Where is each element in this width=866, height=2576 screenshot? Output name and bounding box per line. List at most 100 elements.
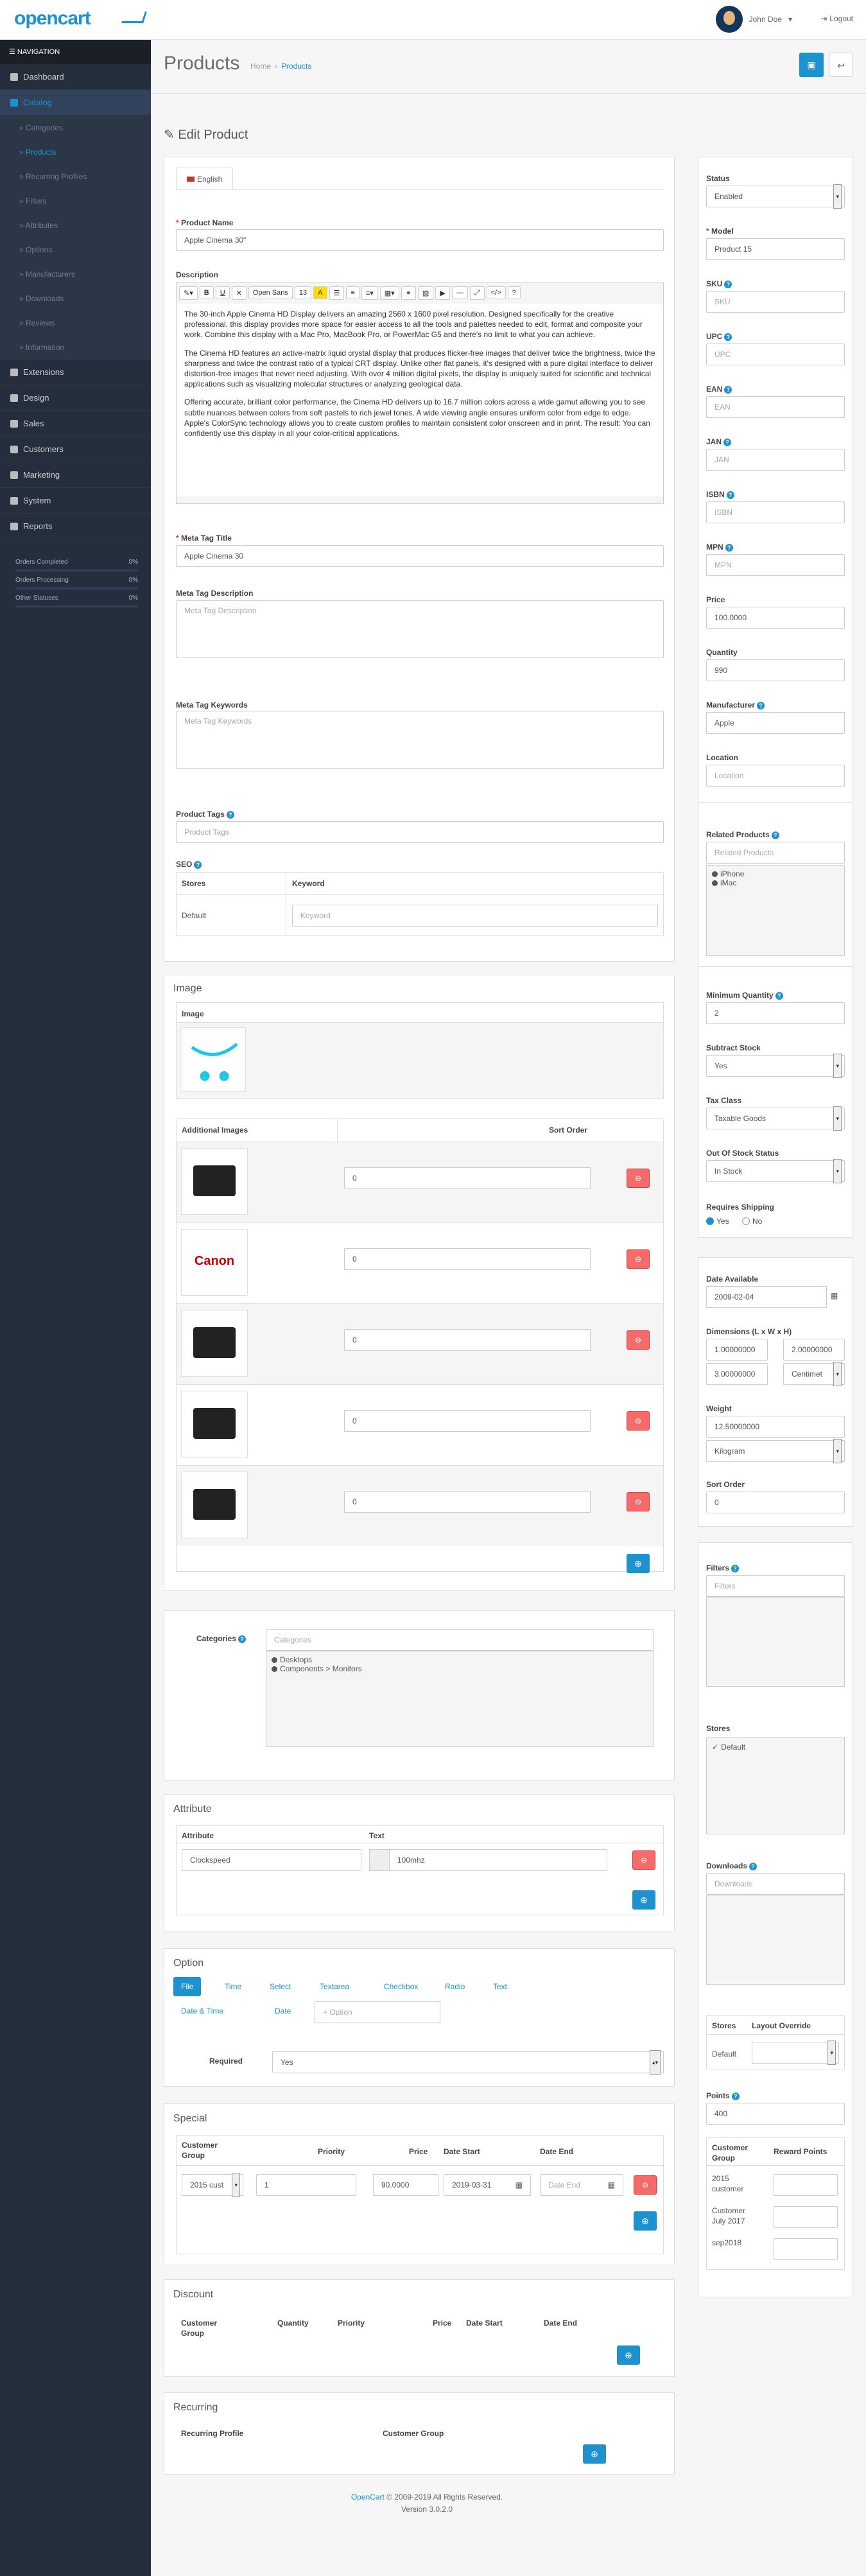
- option-checkbox[interactable]: Checkbox: [376, 1977, 426, 1996]
- breadcrumb-home[interactable]: Home: [250, 62, 271, 71]
- sku-input[interactable]: SKU: [706, 291, 845, 313]
- special-priority-input[interactable]: 1: [256, 2174, 356, 2196]
- length-unit-select[interactable]: Centimet ▾: [783, 1362, 845, 1386]
- reward-points-input[interactable]: [774, 2206, 838, 2228]
- option-file[interactable]: File: [173, 1977, 202, 1996]
- weight-unit-select[interactable]: Kilogram ▾: [706, 1439, 845, 1463]
- upc-input[interactable]: UPC: [706, 344, 845, 365]
- filters-input[interactable]: Filters: [706, 1575, 845, 1597]
- nav-customers[interactable]: Customers: [0, 437, 151, 462]
- nav-sub-recurring[interactable]: » Recurring Profiles: [0, 164, 151, 189]
- length-input[interactable]: 1.00000000: [706, 1339, 768, 1361]
- logout-link[interactable]: ⇥ Logout: [820, 14, 853, 23]
- option-select[interactable]: Select: [262, 1977, 299, 1996]
- nav-sub-reviews[interactable]: » Reviews: [0, 311, 151, 335]
- ean-input[interactable]: EAN: [706, 396, 845, 418]
- nav-sub-attributes[interactable]: » Attributes: [0, 213, 151, 238]
- price-input[interactable]: 100.0000: [706, 607, 845, 629]
- desktop-icon[interactable]: [181, 1391, 248, 1458]
- remove-image-button[interactable]: ⊖: [627, 1492, 650, 1511]
- categories-input[interactable]: Categories: [266, 1629, 654, 1651]
- hr-icon[interactable]: —: [451, 286, 468, 299]
- sort-order-input[interactable]: 0: [344, 1410, 591, 1432]
- font-select[interactable]: Open Sans: [248, 286, 293, 299]
- canon-logo[interactable]: Canon: [181, 1229, 248, 1296]
- main-image-thumb[interactable]: [182, 1027, 246, 1092]
- special-date-end-input[interactable]: Date End ▦: [540, 2174, 623, 2196]
- nav-reports[interactable]: Reports: [0, 514, 151, 539]
- category-item[interactable]: Desktops: [272, 1655, 648, 1664]
- nav-system[interactable]: System: [0, 488, 151, 514]
- option-textarea[interactable]: Textarea: [312, 1977, 357, 1996]
- nav-sub-filters[interactable]: » Filters: [0, 189, 151, 213]
- sort-order-input[interactable]: 0: [344, 1167, 591, 1189]
- add-attribute-button[interactable]: ⊕: [632, 1890, 655, 1910]
- link-icon[interactable]: ⚭: [401, 286, 416, 300]
- remove-image-button[interactable]: ⊖: [627, 1249, 650, 1269]
- nav-catalog[interactable]: Catalog: [0, 90, 151, 116]
- sort-order-input[interactable]: 0: [344, 1491, 591, 1513]
- manufacturer-input[interactable]: Apple: [706, 712, 845, 734]
- related-item[interactable]: iPhone: [712, 869, 839, 878]
- nav-sub-categories[interactable]: » Categories: [0, 116, 151, 140]
- sort-order-input[interactable]: 0: [344, 1248, 591, 1270]
- bold-icon[interactable]: B: [199, 286, 214, 299]
- table-icon[interactable]: ▦▾: [379, 286, 399, 300]
- color-icon[interactable]: A: [313, 286, 327, 299]
- video-icon[interactable]: ▶: [435, 286, 450, 300]
- related-item[interactable]: iMac: [712, 878, 839, 887]
- nav-sub-options[interactable]: » Options: [0, 238, 151, 262]
- tab-english[interactable]: English: [176, 168, 234, 189]
- add-recurring-button[interactable]: ⊕: [583, 2444, 606, 2464]
- nav-sub-products[interactable]: » Products: [0, 140, 151, 164]
- ol-icon[interactable]: ≡: [346, 286, 359, 299]
- nav-sub-information[interactable]: » Information: [0, 335, 151, 360]
- weight-input[interactable]: 12.50000000: [706, 1416, 845, 1438]
- mpn-input[interactable]: MPN: [706, 554, 845, 576]
- code-icon[interactable]: </>: [486, 286, 506, 299]
- special-price-input[interactable]: 90.0000: [373, 2174, 438, 2196]
- layout-select[interactable]: ▾: [752, 2041, 839, 2065]
- remove-special-button[interactable]: ⊖: [634, 2175, 657, 2195]
- nav-dashboard[interactable]: Dashboard: [0, 64, 151, 90]
- isbn-input[interactable]: ISBN: [706, 501, 845, 523]
- back-button[interactable]: ↩: [829, 53, 853, 77]
- add-image-button[interactable]: ⊕: [627, 1554, 650, 1573]
- paragraph-icon[interactable]: ≡▾: [361, 286, 378, 300]
- meta-title-input[interactable]: Apple Cinema 30: [176, 545, 664, 567]
- special-group-select[interactable]: 2015 cust ▾: [182, 2173, 243, 2197]
- underline-icon[interactable]: U: [215, 286, 230, 299]
- nav-marketing[interactable]: Marketing: [0, 462, 151, 488]
- downloads-input[interactable]: Downloads: [706, 1873, 845, 1895]
- special-date-start-input[interactable]: 2019-03-31 ▦: [444, 2174, 531, 2196]
- camera-icon[interactable]: [181, 1472, 248, 1538]
- related-input[interactable]: Related Products: [706, 842, 845, 864]
- calendar-icon[interactable]: ▦: [831, 1291, 838, 1300]
- size-select[interactable]: 13: [294, 286, 312, 299]
- description-content[interactable]: The 30-inch Apple Cinema HD Display deli…: [177, 304, 663, 496]
- store-checkbox[interactable]: ✓ Default: [712, 1743, 839, 1752]
- add-special-button[interactable]: ⊕: [634, 2211, 657, 2231]
- height-input[interactable]: 3.00000000: [706, 1363, 768, 1385]
- ul-icon[interactable]: ☰: [329, 286, 345, 300]
- description-editor[interactable]: ✎▾ B U ✕ Open Sans 13 A ☰ ≡ ≡▾ ▦▾ ⚭ ▨ ▶ — ⤢ </>? The…: [176, 283, 664, 504]
- product-name-input[interactable]: Apple Cinema 30": [176, 229, 664, 251]
- shipping-no[interactable]: No: [742, 1217, 762, 1226]
- fullscreen-icon[interactable]: ⤢: [469, 286, 485, 300]
- date-input[interactable]: 2009-02-04: [706, 1286, 827, 1308]
- meta-desc-input[interactable]: Meta Tag Description: [176, 600, 664, 658]
- remove-image-button[interactable]: ⊖: [627, 1330, 650, 1350]
- option-time[interactable]: Time: [217, 1977, 249, 1996]
- eraser-icon[interactable]: ✕: [231, 286, 247, 300]
- quantity-input[interactable]: 990: [706, 659, 845, 681]
- option-radio[interactable]: Radio: [437, 1977, 472, 1996]
- add-option-input[interactable]: + Option: [315, 2001, 440, 2023]
- width-input[interactable]: 2.00000000: [783, 1339, 845, 1361]
- option-date[interactable]: Date: [267, 2001, 299, 2021]
- subtract-stock-select[interactable]: Yes ▾: [706, 1054, 845, 1078]
- attribute-name-input[interactable]: Clockspeed: [182, 1849, 361, 1871]
- tax-class-select[interactable]: Taxable Goods ▾: [706, 1106, 845, 1131]
- reward-points-input[interactable]: [774, 2174, 838, 2196]
- meta-keywords-input[interactable]: Meta Tag Keywords: [176, 711, 664, 769]
- breadcrumb-products[interactable]: Products: [281, 62, 311, 71]
